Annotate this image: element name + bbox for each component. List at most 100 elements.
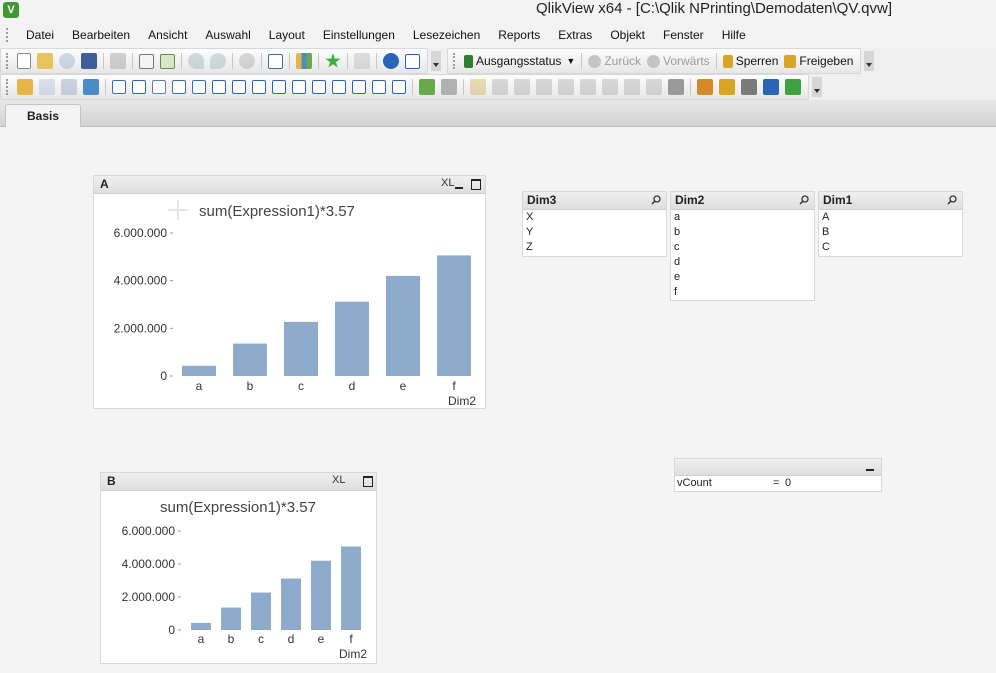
chart-wizard-icon[interactable] [419, 79, 435, 95]
listbox-icon[interactable] [112, 80, 126, 94]
custom-object-icon[interactable] [392, 80, 406, 94]
redo-icon[interactable] [210, 53, 226, 69]
slider-icon[interactable] [312, 80, 326, 94]
minimize-icon[interactable] [455, 180, 464, 189]
dependencies-icon[interactable] [763, 79, 779, 95]
search-icon[interactable] [651, 195, 661, 205]
menu-auswahl[interactable]: Auswahl [196, 24, 259, 46]
undo-icon[interactable] [188, 53, 204, 69]
chevron-down-icon[interactable]: ▼ [566, 56, 575, 66]
demote-sheet-icon[interactable] [61, 79, 77, 95]
listbox-item[interactable]: b [671, 225, 814, 240]
text-object-icon[interactable] [272, 80, 286, 94]
new-sheet-icon[interactable] [17, 79, 33, 95]
listbox-dim2[interactable]: Dim2 a b c d e f [670, 191, 815, 301]
menu-bearbeiten[interactable]: Bearbeiten [63, 24, 139, 46]
search-icon[interactable] [239, 53, 255, 69]
distribute-v-icon[interactable] [646, 79, 662, 95]
current-selections-icon[interactable] [232, 80, 246, 94]
menu-objekt[interactable]: Objekt [601, 24, 654, 46]
search-icon[interactable] [799, 195, 809, 205]
back-button[interactable]: Zurück [585, 54, 644, 68]
align-icon[interactable] [470, 79, 486, 95]
menu-layout[interactable]: Layout [260, 24, 314, 46]
edit-script-icon[interactable] [139, 53, 154, 69]
design-grid-icon[interactable] [668, 79, 684, 95]
listbox-item[interactable]: A [819, 210, 962, 225]
search-object-icon[interactable] [352, 80, 366, 94]
toolbar-overflow-chevron[interactable] [812, 77, 822, 97]
select-fields-icon[interactable] [268, 53, 283, 69]
align-left-icon[interactable] [492, 79, 508, 95]
listbox-item[interactable]: a [671, 210, 814, 225]
chart-b[interactable]: B XL sum(Expression1)*3.57 6.000.000 4.000… [100, 472, 377, 664]
minimize-icon[interactable] [866, 462, 875, 471]
ausgangsstatus-button[interactable]: Ausgangsstatus ▼ [461, 54, 578, 68]
toolbar-grip[interactable] [453, 53, 458, 69]
context-help-icon[interactable] [405, 53, 420, 69]
button-icon[interactable] [252, 80, 266, 94]
listbox-item[interactable]: d [671, 255, 814, 270]
sheet-props-icon[interactable] [83, 79, 99, 95]
new-document-icon[interactable] [17, 53, 31, 69]
listbox-item[interactable]: Z [523, 240, 666, 255]
listbox-dim1-caption[interactable]: Dim1 [819, 192, 962, 210]
report-icon[interactable] [785, 79, 801, 95]
listbox-dim2-caption[interactable]: Dim2 [671, 192, 814, 210]
help-icon[interactable] [383, 53, 399, 69]
menu-datei[interactable]: Datei [17, 24, 63, 46]
chart-b-caption[interactable]: B XL [101, 473, 376, 491]
maximize-icon[interactable] [363, 476, 373, 487]
new-object-icon[interactable] [719, 79, 735, 95]
multi-box-icon[interactable] [172, 80, 186, 94]
menu-ansicht[interactable]: Ansicht [139, 24, 196, 46]
align-middle-icon[interactable] [580, 79, 596, 95]
save-icon[interactable] [81, 53, 97, 69]
edit-icon[interactable] [354, 53, 370, 69]
menu-fenster[interactable]: Fenster [654, 24, 713, 46]
table-box-icon[interactable] [152, 80, 166, 94]
format-painter-icon[interactable] [441, 79, 457, 95]
chart-a[interactable]: A XL sum(Expression1)*3.57 6.000.000 4.000… [93, 175, 486, 409]
bookmark-object-icon[interactable] [332, 80, 346, 94]
unlock-button[interactable]: Freigeben [781, 54, 856, 68]
listbox-item[interactable]: X [523, 210, 666, 225]
menu-extras[interactable]: Extras [549, 24, 601, 46]
forward-button[interactable]: Vorwärts [644, 54, 713, 68]
listbox-item[interactable]: C [819, 240, 962, 255]
listbox-item[interactable]: f [671, 285, 814, 300]
listbox-item[interactable]: c [671, 240, 814, 255]
chart-icon[interactable] [192, 80, 206, 94]
variable-value[interactable]: 0 [785, 476, 791, 491]
align-top-icon[interactable] [558, 79, 574, 95]
listbox-dim3-caption[interactable]: Dim3 [523, 192, 666, 210]
listbox-dim3[interactable]: Dim3 X Y Z [522, 191, 667, 257]
align-center-icon[interactable] [514, 79, 530, 95]
maximize-icon[interactable] [471, 179, 481, 190]
promote-sheet-icon[interactable] [39, 79, 55, 95]
properties-icon[interactable] [741, 79, 757, 95]
input-box-row[interactable]: vCount = 0 [675, 476, 881, 491]
search-icon[interactable] [947, 195, 957, 205]
reload-script-icon[interactable] [160, 53, 175, 69]
chart-a-caption[interactable]: A XL [94, 176, 485, 194]
input-box-vcount[interactable]: vCount = 0 [674, 458, 882, 492]
toolbar-grip[interactable] [6, 53, 11, 69]
input-box-icon[interactable] [212, 80, 226, 94]
bookmark-star-icon[interactable] [325, 53, 341, 68]
lock-button[interactable]: Sperren [720, 54, 782, 68]
menu-hilfe[interactable]: Hilfe [713, 24, 755, 46]
excel-export-icon[interactable]: XL [441, 177, 454, 189]
container-icon[interactable] [372, 80, 386, 94]
tab-basis[interactable]: Basis [5, 104, 81, 127]
listbox-item[interactable]: Y [523, 225, 666, 240]
align-right-icon[interactable] [536, 79, 552, 95]
toolbar-overflow-chevron[interactable] [864, 51, 875, 71]
export-icon[interactable] [697, 79, 713, 95]
listbox-item[interactable]: e [671, 270, 814, 285]
align-bottom-icon[interactable] [602, 79, 618, 95]
menu-lesezeichen[interactable]: Lesezeichen [404, 24, 489, 46]
distribute-h-icon[interactable] [624, 79, 640, 95]
toolbar-overflow-chevron[interactable] [431, 51, 441, 71]
listbox-dim1[interactable]: Dim1 A B C [818, 191, 963, 257]
